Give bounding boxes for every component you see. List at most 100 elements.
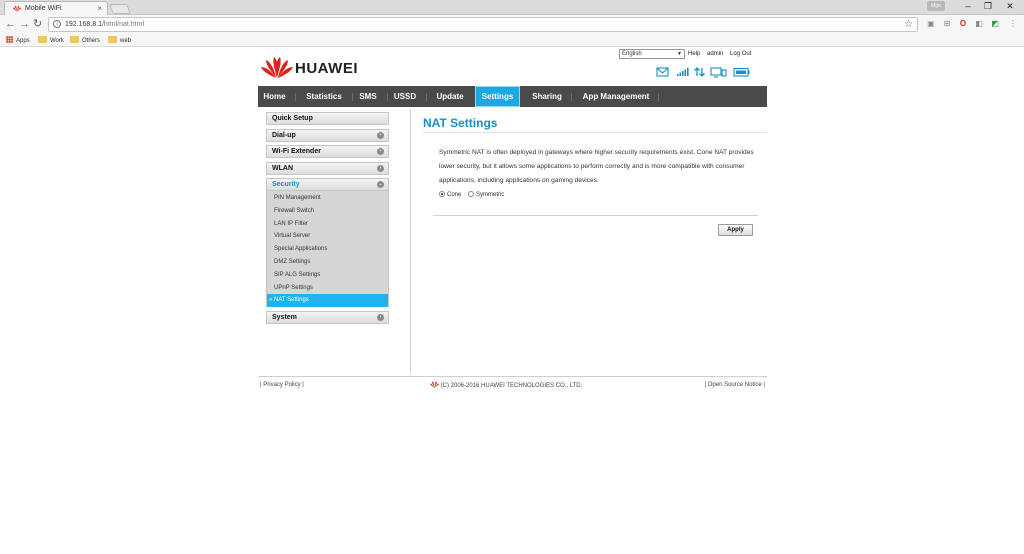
- nat-description: Symmetric NAT is often deployed in gatew…: [439, 149, 754, 184]
- submenu-nat-settings[interactable]: » NAT Settings: [267, 294, 388, 308]
- connected-devices-icon[interactable]: [710, 67, 727, 78]
- sidebar-item-security[interactable]: Security ⌄: [266, 178, 389, 191]
- nav-separator: [387, 93, 388, 101]
- folder-icon: [70, 36, 79, 43]
- submenu-upnp-settings[interactable]: UPnP Settings: [267, 282, 388, 295]
- user-label: admin: [707, 51, 724, 57]
- address-bar[interactable]: i 192.168.8.1/html/nat.html ☆: [48, 17, 918, 32]
- tab-title: Mobile WiFi: [25, 5, 62, 12]
- back-icon[interactable]: ←: [5, 18, 16, 31]
- bookmark-folder-web[interactable]: web: [108, 36, 131, 46]
- apps-grid-icon: [6, 36, 13, 43]
- extension-icon[interactable]: ◩: [990, 19, 1000, 29]
- nav-settings[interactable]: Settings: [475, 86, 520, 107]
- language-value: English: [622, 51, 642, 57]
- open-source-notice-link[interactable]: | Open Source Notice |: [705, 381, 766, 389]
- nav-separator: [658, 93, 659, 101]
- help-link[interactable]: Help: [688, 51, 700, 57]
- folder-icon: [38, 36, 47, 43]
- privacy-policy-link[interactable]: | Privacy Policy |: [260, 381, 304, 389]
- chevron-right-icon: ›: [377, 164, 384, 172]
- browser-toolbar: ← → ↻ i 192.168.8.1/html/nat.html ☆ ▣ ⊞ …: [0, 15, 1024, 34]
- sidebar-item-dialup[interactable]: Dial-up ›: [266, 128, 389, 142]
- restore-icon[interactable]: ❐: [978, 0, 998, 13]
- profile-badge[interactable]: Mgo: [927, 1, 945, 11]
- submenu-pin-management[interactable]: PIN Management: [267, 192, 388, 205]
- sidebar-item-wifi-extender[interactable]: Wi-Fi Extender ›: [266, 145, 389, 158]
- content-divider: [433, 215, 758, 216]
- bookmarks-bar: Apps Work Others web: [0, 34, 1024, 47]
- bookmark-star-icon[interactable]: ☆: [904, 18, 913, 31]
- menu-icon[interactable]: ⋮: [1008, 19, 1018, 29]
- browser-tabstrip: Mobile WiFi × Mgo – ❐ ✕: [0, 0, 1024, 15]
- extension-icon[interactable]: ◧: [974, 19, 984, 29]
- submenu-virtual-server[interactable]: Virtual Server: [267, 230, 388, 243]
- extension-icon[interactable]: ⊞: [942, 19, 952, 29]
- radio-symmetric[interactable]: [468, 191, 475, 197]
- router-web-page: HUAWEI English ▼ Help admin Log Out Home…: [0, 48, 1024, 554]
- security-submenu: PIN Management Firewall Switch LAN IP Fi…: [266, 191, 389, 308]
- submenu-lan-ip-filter[interactable]: LAN IP Filter: [267, 218, 388, 231]
- new-tab-button[interactable]: [109, 4, 131, 14]
- submenu-dmz-settings[interactable]: DMZ Settings: [267, 256, 388, 269]
- nat-option-symmetric[interactable]: Symmetric: [468, 191, 504, 198]
- nat-option-cone[interactable]: Cone: [439, 191, 461, 198]
- nat-type-options: Cone Symmetric: [439, 191, 509, 200]
- signal-strength-icon: [677, 68, 689, 76]
- chevron-right-icon: ›: [377, 314, 384, 322]
- reload-icon[interactable]: ↻: [33, 18, 42, 31]
- huawei-small-logo-icon: [430, 381, 439, 388]
- opera-extension-icon[interactable]: O: [958, 19, 968, 29]
- copyright: (C) 2006-2016 HUAWEI TECHNOLOGIES CO., L…: [430, 381, 582, 390]
- nav-home[interactable]: Home: [258, 86, 291, 107]
- nav-ussd[interactable]: USSD: [390, 86, 420, 107]
- url-host: 192.168.8.1: [65, 21, 102, 28]
- bookmark-folder-others[interactable]: Others: [70, 36, 100, 46]
- status-icons: [656, 67, 750, 78]
- battery-icon: [733, 67, 750, 77]
- settings-sidebar: Quick Setup Dial-up › Wi-Fi Extender › WLA…: [266, 112, 389, 328]
- radio-cone[interactable]: [439, 191, 445, 197]
- chevron-down-icon: ⌄: [377, 181, 384, 188]
- nav-app-management[interactable]: App Management: [576, 86, 656, 107]
- data-transfer-icon: [694, 67, 705, 77]
- chevron-right-icon: ›: [377, 148, 384, 155]
- footer-divider: [258, 376, 767, 377]
- submenu-special-applications[interactable]: Special Applications: [267, 243, 388, 256]
- logout-link[interactable]: Log Out: [730, 51, 751, 57]
- huawei-logo-icon: [261, 57, 293, 78]
- vertical-divider: [410, 110, 411, 373]
- forward-icon[interactable]: →: [19, 18, 30, 31]
- title-divider: [423, 132, 767, 133]
- main-nav: Home Statistics SMS USSD Update Settings…: [258, 86, 767, 107]
- browser-tab[interactable]: Mobile WiFi ×: [4, 1, 108, 15]
- sidebar-item-wlan[interactable]: WLAN ›: [266, 161, 389, 175]
- bookmark-folder-work[interactable]: Work: [38, 36, 64, 46]
- nat-settings-panel: NAT Settings Symmetric NAT is often depl…: [423, 116, 767, 236]
- dropdown-arrow-icon: ▼: [677, 51, 682, 57]
- extension-icon[interactable]: ▣: [926, 19, 936, 29]
- nav-sms[interactable]: SMS: [355, 86, 381, 107]
- close-window-icon[interactable]: ✕: [1000, 0, 1020, 13]
- folder-icon: [108, 36, 117, 43]
- sidebar-item-system[interactable]: System ›: [266, 311, 389, 325]
- site-info-icon[interactable]: i: [53, 20, 61, 28]
- minimize-icon[interactable]: –: [958, 0, 978, 13]
- submenu-sip-alg-settings[interactable]: SIP ALG Settings: [267, 269, 388, 282]
- sidebar-item-quick-setup[interactable]: Quick Setup: [266, 112, 389, 125]
- mail-icon[interactable]: [656, 67, 669, 77]
- nav-update[interactable]: Update: [431, 86, 469, 107]
- apply-button[interactable]: Apply: [718, 224, 753, 236]
- top-links: Help admin Log Out: [688, 50, 756, 58]
- submenu-firewall-switch[interactable]: Firewall Switch: [267, 205, 388, 218]
- tab-close-icon[interactable]: ×: [97, 2, 102, 15]
- huawei-favicon-icon: [13, 6, 21, 12]
- nav-statistics[interactable]: Statistics: [299, 86, 349, 107]
- brand-name: HUAWEI: [295, 60, 358, 77]
- page-title: NAT Settings: [423, 116, 498, 130]
- nav-separator: [352, 93, 353, 101]
- language-select[interactable]: English ▼: [619, 49, 685, 59]
- nav-sharing[interactable]: Sharing: [528, 86, 566, 107]
- bookmark-apps[interactable]: Apps: [6, 36, 30, 46]
- chevron-right-icon: ›: [377, 131, 384, 139]
